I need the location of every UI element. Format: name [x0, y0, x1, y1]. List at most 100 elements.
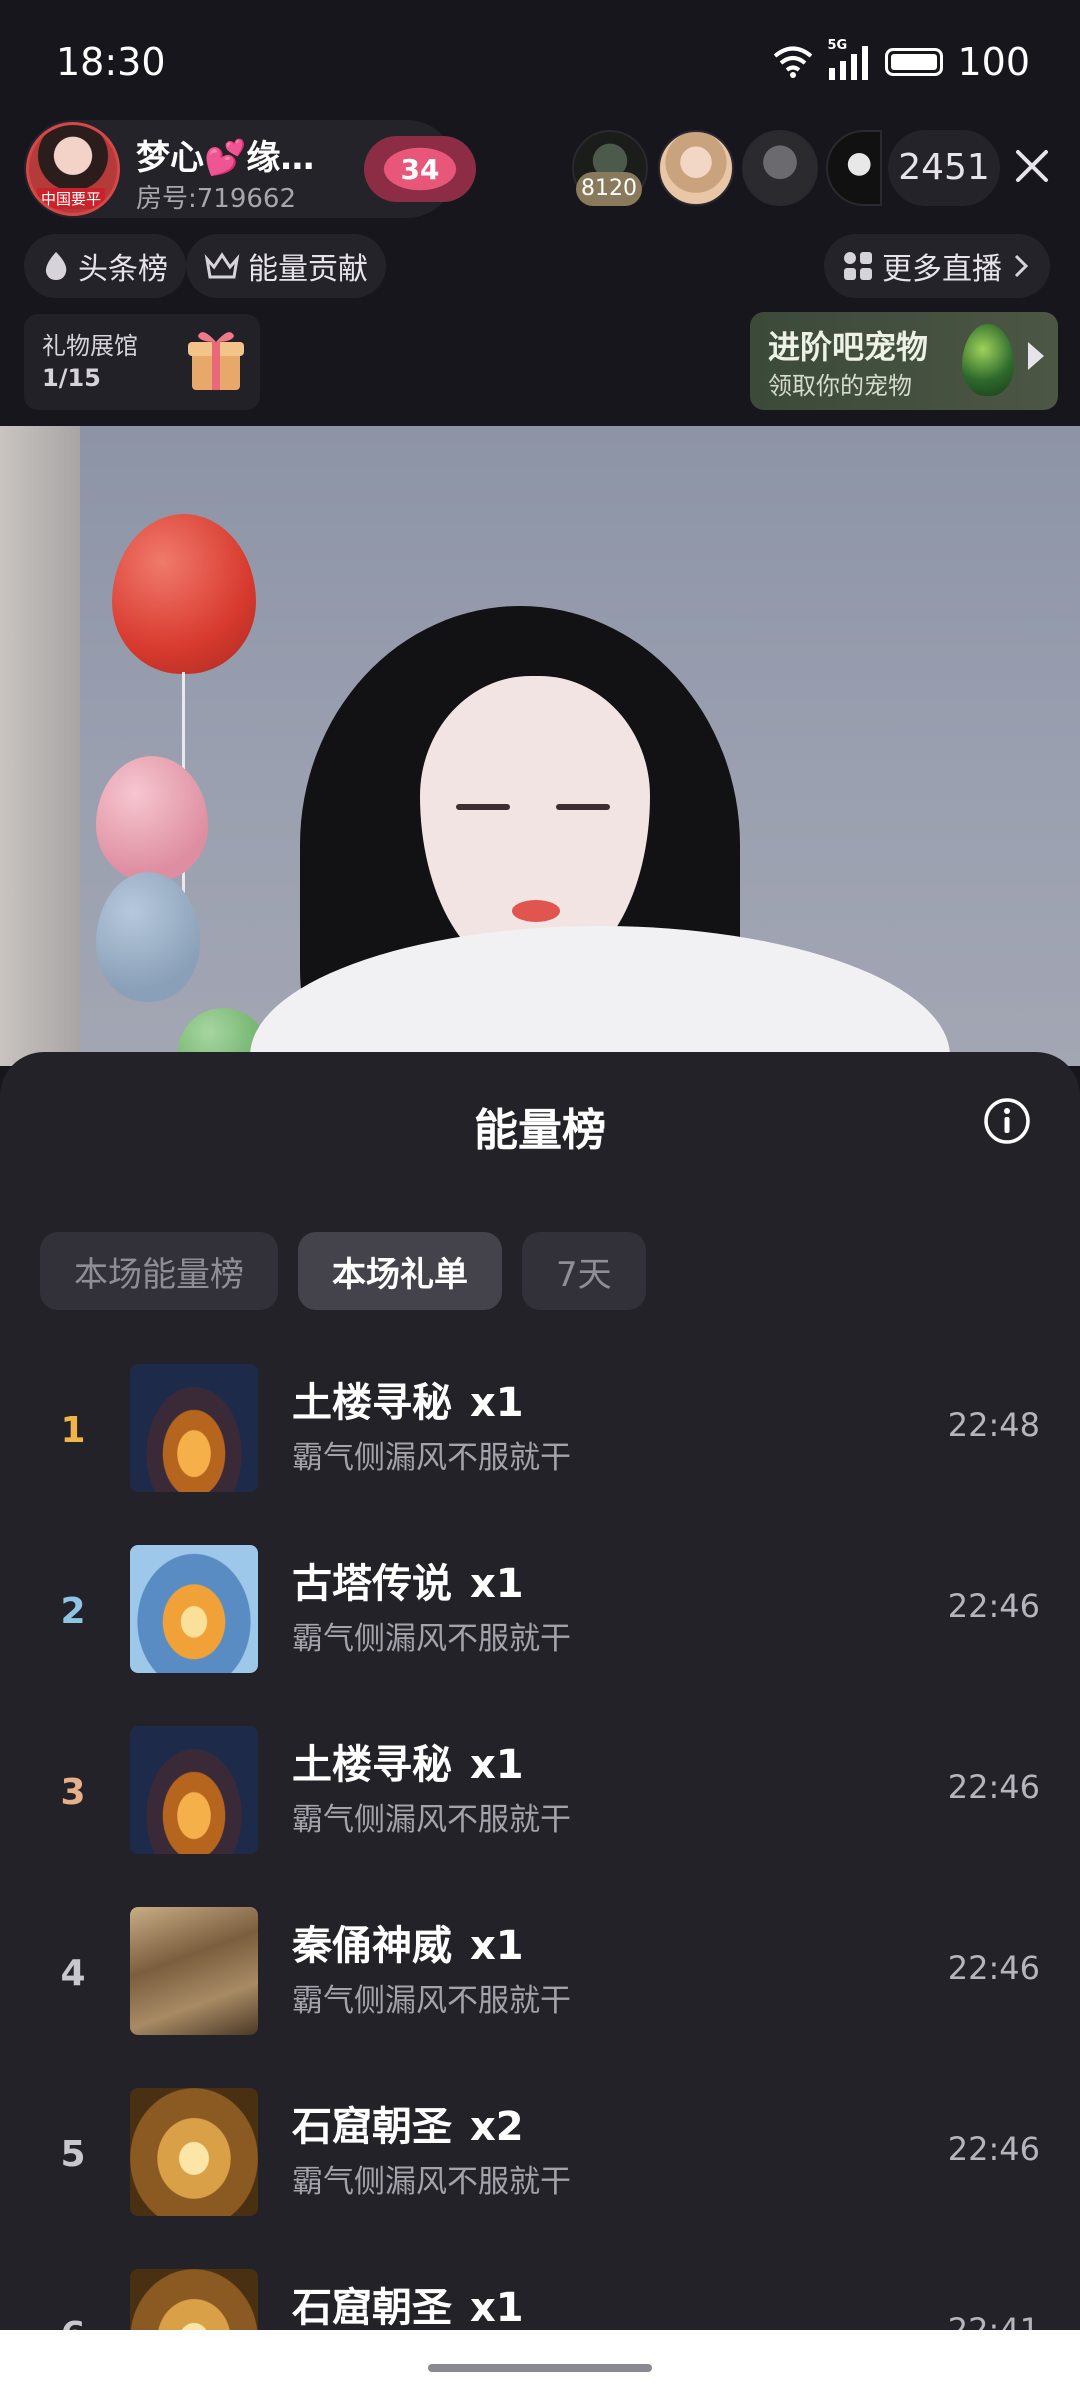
navigation-bar	[0, 2330, 1080, 2400]
blue-balloon-image	[96, 872, 200, 1002]
gift-count: x2	[470, 2104, 524, 2150]
red-balloon-image	[112, 514, 256, 674]
terracotta-gift-image	[130, 1907, 258, 2035]
rank-number: 3	[60, 1772, 86, 1813]
gift-name: 秦俑神威 x1	[292, 1913, 524, 1971]
wifi-icon	[774, 46, 813, 78]
sender-name: 霸气侧漏风不服就干	[292, 1802, 571, 1838]
sub-row: 头条榜 能量贡献 更多直播	[0, 234, 1080, 298]
sheet-title: 能量榜	[474, 1105, 606, 1156]
gift-hall-title: 礼物展馆	[42, 332, 138, 360]
live-header: 中国要平 梦心💕缘… 房号:719662 34 8120 2451	[0, 120, 1080, 220]
battery-icon	[885, 48, 944, 76]
status-icons: 5G 100	[773, 38, 1030, 84]
close-icon[interactable]	[1008, 142, 1056, 190]
gift-name: 石窟朝圣 x2	[292, 2094, 524, 2152]
gift-title: 土楼寻秘	[292, 1380, 452, 1426]
eye-left	[456, 804, 510, 810]
gift-list-item[interactable]: 3 土楼寻秘 x1 霸气侧漏风不服就干 22:46	[0, 1714, 1080, 1895]
buddha-gift-image	[130, 2088, 258, 2216]
rank-number: 1	[60, 1410, 86, 1451]
gift-count: x1	[470, 1742, 524, 1788]
energy-contribution-button[interactable]: 能量贡献	[186, 234, 386, 298]
gift-title: 秦俑神威	[292, 1923, 452, 1969]
curtain-image	[0, 426, 80, 1066]
crown-icon	[204, 252, 240, 279]
gift-count: x1	[470, 1561, 524, 1607]
sender-name: 霸气侧漏风不服就干	[292, 2164, 571, 2200]
grid-icon	[844, 252, 872, 280]
gift-title: 石窟朝圣	[292, 2104, 452, 2150]
gift-count: x1	[470, 1380, 524, 1426]
host-info[interactable]: 中国要平 梦心💕缘… 房号:719662 34	[24, 120, 476, 218]
pet-promo-banner[interactable]: 进阶吧宠物 领取你的宠物	[750, 312, 1058, 410]
pet-egg-icon	[962, 324, 1014, 396]
gift-time: 22:46	[947, 2130, 1040, 2168]
pink-balloon-image	[96, 756, 208, 882]
gift-count: x1	[470, 1923, 524, 1969]
flame-icon	[45, 252, 67, 280]
gift-list-item[interactable]: 2 古塔传说 x1 霸气侧漏风不服就干 22:46	[0, 1533, 1080, 1714]
signal-5g-icon: 5G	[827, 38, 871, 80]
gift-list: 1 土楼寻秘 x1 霸气侧漏风不服就干 22:48 2 古塔传说 x1 霸气侧漏风不…	[0, 1352, 1080, 2400]
headline-rank-button[interactable]: 头条榜	[24, 234, 186, 298]
gift-box-icon	[188, 332, 244, 390]
tulou-gift-image	[130, 1364, 258, 1492]
gift-count: x1	[470, 2285, 524, 2331]
live-video[interactable]	[0, 426, 1080, 1066]
viewer-count[interactable]: 2451	[888, 130, 1000, 206]
gift-time: 22:48	[947, 1406, 1040, 1444]
gift-name: 土楼寻秘 x1	[292, 1732, 524, 1790]
gift-hall-count: 1/15	[42, 364, 101, 392]
home-indicator[interactable]	[428, 2364, 652, 2372]
rank-number: 4	[60, 1953, 86, 1994]
avatar-tag: 中国要平	[37, 188, 106, 209]
info-icon[interactable]	[982, 1096, 1032, 1146]
play-arrow-icon	[1028, 342, 1044, 370]
rank-number: 2	[60, 1591, 86, 1632]
gift-list-item[interactable]: 4 秦俑神威 x1 霸气侧漏风不服就干 22:46	[0, 1895, 1080, 2076]
sender-name: 霸气侧漏风不服就干	[292, 1440, 571, 1476]
pet-promo-title: 进阶吧宠物	[768, 328, 929, 366]
battery-level: 100	[957, 40, 1030, 84]
viewer-avatar[interactable]	[658, 130, 734, 206]
status-bar: 18:30 5G 100	[0, 0, 1080, 120]
gift-list-item[interactable]: 1 土楼寻秘 x1 霸气侧漏风不服就干 22:48	[0, 1352, 1080, 1533]
rank-number: 5	[60, 2134, 86, 2175]
rank-tabs: 本场能量榜 本场礼单 7天	[40, 1232, 646, 1310]
signal-bars-icon	[829, 46, 869, 80]
more-live-button[interactable]: 更多直播	[824, 234, 1050, 298]
viewer-avatar[interactable]	[826, 130, 882, 206]
viewer-avatar[interactable]	[742, 130, 818, 206]
room-number: 房号:719662	[136, 184, 297, 214]
headline-rank-label: 头条榜	[78, 252, 168, 287]
host-avatar[interactable]: 中国要平	[26, 122, 120, 216]
sender-name: 霸气侧漏风不服就干	[292, 1983, 571, 2019]
gift-list-item[interactable]: 5 石窟朝圣 x2 霸气侧漏风不服就干 22:46	[0, 2076, 1080, 2257]
more-live-label: 更多直播	[882, 252, 1002, 287]
tab-session-gifts[interactable]: 本场礼单	[298, 1232, 502, 1310]
viewer-contribution-badge: 8120	[576, 172, 642, 206]
host-name: 梦心💕缘…	[136, 138, 315, 178]
tab-session-energy[interactable]: 本场能量榜	[40, 1232, 278, 1310]
tab-7-days[interactable]: 7天	[522, 1232, 646, 1310]
gift-title: 土楼寻秘	[292, 1742, 452, 1788]
gift-time: 22:46	[947, 1587, 1040, 1625]
eye-right	[556, 804, 610, 810]
gift-name: 土楼寻秘 x1	[292, 1370, 524, 1428]
pagoda-gift-image	[130, 1545, 258, 1673]
lips	[512, 900, 560, 922]
pet-promo-subtitle: 领取你的宠物	[768, 372, 912, 400]
gift-time: 22:46	[947, 1949, 1040, 1987]
fans-level-badge[interactable]: 34	[364, 136, 476, 202]
tulou-gift-image	[130, 1726, 258, 1854]
gift-hall-button[interactable]: 礼物展馆 1/15	[24, 314, 260, 410]
energy-contribution-label: 能量贡献	[248, 252, 368, 287]
energy-rank-sheet: 能量榜 本场能量榜 本场礼单 7天 1 土楼寻秘 x1 霸气侧漏风不服就干 22:…	[0, 1052, 1080, 2400]
live-room-screen: 18:30 5G 100 中国要平 梦心💕缘… 房号:719662 34 812…	[0, 0, 1080, 2400]
gift-title: 石窟朝圣	[292, 2285, 452, 2331]
sender-name: 霸气侧漏风不服就干	[292, 1621, 571, 1657]
gift-time: 22:46	[947, 1768, 1040, 1806]
gift-name: 古塔传说 x1	[292, 1551, 524, 1609]
gift-name: 石窟朝圣 x1	[292, 2275, 524, 2333]
